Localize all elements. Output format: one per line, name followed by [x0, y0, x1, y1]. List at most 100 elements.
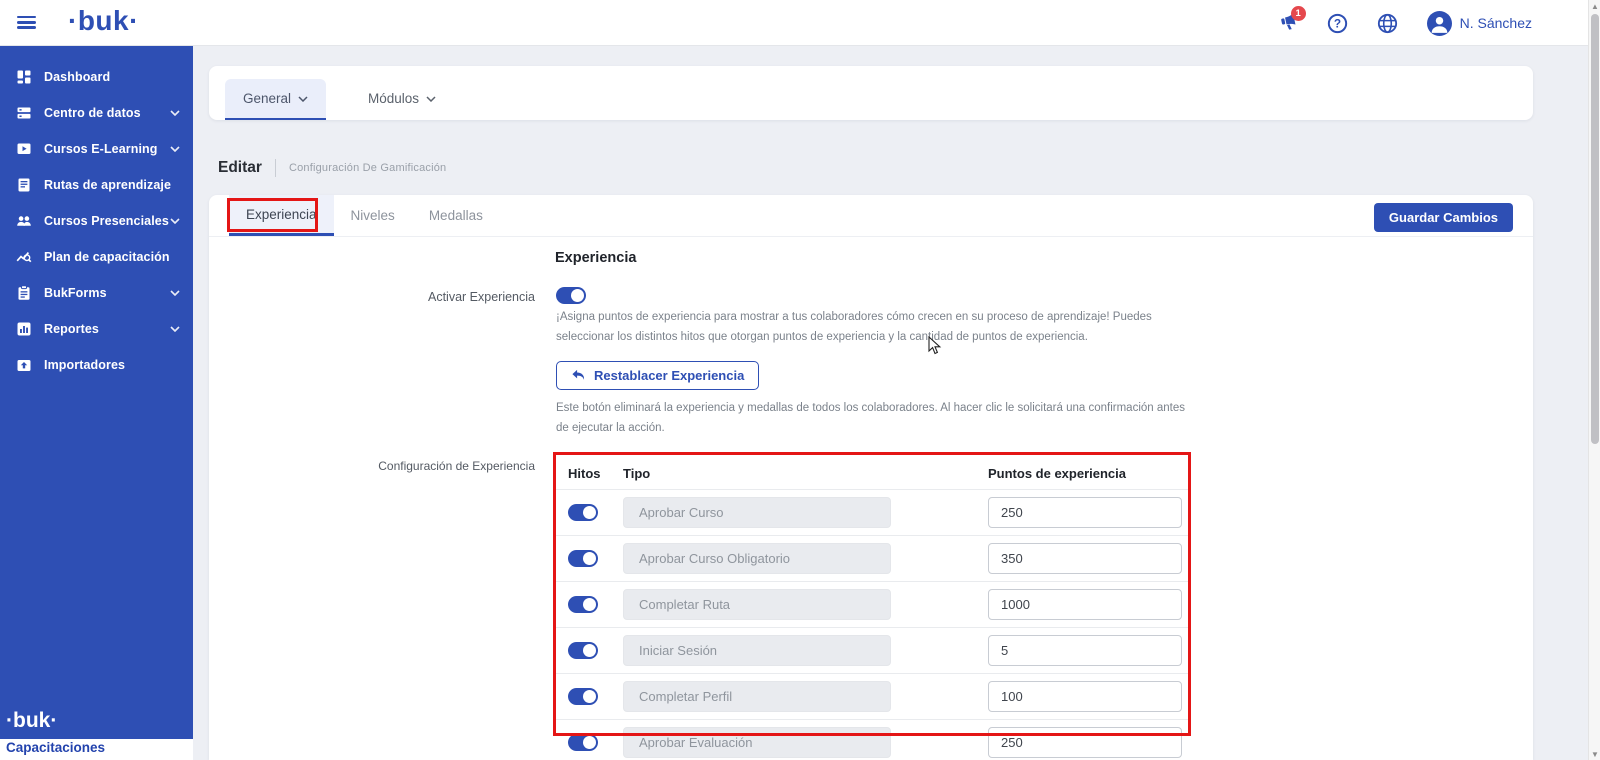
data-center-icon	[16, 105, 32, 121]
sidebar-item-centro-de-datos[interactable]: Centro de datos	[0, 95, 193, 131]
breadcrumb-divider	[275, 159, 276, 177]
tab-general-label: General	[243, 91, 291, 106]
avatar	[1427, 11, 1452, 36]
activate-experience-label: Activar Experiencia	[275, 290, 535, 304]
section-heading: Experiencia	[555, 250, 636, 266]
activate-experience-toggle[interactable]	[556, 287, 586, 304]
sidebar-item-cursos-elearning[interactable]: Cursos E-Learning	[0, 131, 193, 167]
sidebar-item-plan-capacitacion[interactable]: Plan de capacitación	[0, 239, 193, 275]
notifications-icon[interactable]: 1	[1277, 12, 1299, 34]
sidebar-item-bukforms[interactable]: BukForms	[0, 275, 193, 311]
puntos-input[interactable]	[988, 635, 1182, 666]
puntos-input[interactable]	[988, 727, 1182, 758]
hito-toggle[interactable]	[568, 734, 598, 751]
menu-icon[interactable]	[17, 16, 36, 29]
sidebar-item-label: Cursos Presenciales	[44, 214, 169, 228]
user-menu[interactable]: N. Sánchez	[1427, 11, 1532, 36]
reset-experience-button[interactable]: Restablacer Experiencia	[556, 361, 759, 390]
experience-table-header: Hitos Tipo Puntos de experiencia	[556, 457, 1190, 489]
sidebar-item-cursos-presenciales[interactable]: Cursos Presenciales	[0, 203, 193, 239]
sidebar-item-rutas-aprendizaje[interactable]: Rutas de aprendizaje	[0, 167, 193, 203]
table-row	[556, 535, 1190, 581]
table-row	[556, 627, 1190, 673]
hito-toggle[interactable]	[568, 688, 598, 705]
tab-experiencia[interactable]: Experiencia	[229, 195, 334, 236]
sidebar-item-label: Cursos E-Learning	[44, 142, 158, 156]
chevron-down-icon	[170, 218, 180, 224]
elearning-icon	[16, 141, 32, 157]
hito-toggle[interactable]	[568, 596, 598, 613]
notification-badge: 1	[1291, 6, 1306, 21]
sidebar-item-label: Rutas de aprendizaje	[44, 178, 171, 192]
importers-icon	[16, 357, 32, 373]
reset-note: Este botón eliminará la experiencia y me…	[556, 398, 1188, 438]
chevron-down-icon	[298, 96, 308, 102]
people-icon	[16, 213, 32, 229]
sidebar: Dashboard Centro de datos Cursos E-Learn…	[0, 46, 193, 739]
puntos-input[interactable]	[988, 543, 1182, 574]
sidebar-item-importadores[interactable]: Importadores	[0, 347, 193, 383]
sidebar-item-label: BukForms	[44, 286, 107, 300]
sidebar-item-reportes[interactable]: Reportes	[0, 311, 193, 347]
tab-modulos[interactable]: Módulos	[350, 79, 454, 120]
scrollbar-thumb[interactable]	[1591, 14, 1599, 444]
buk-logo: ·buk·	[68, 5, 139, 37]
forms-icon	[16, 285, 32, 301]
vertical-scrollbar: ▲ ▼	[1588, 0, 1600, 760]
table-row	[556, 673, 1190, 719]
config-experience-label: Configuración de Experiencia	[275, 459, 535, 473]
sidebar-footer-caption: Capacitaciones	[6, 740, 105, 755]
help-icon[interactable]: ?	[1327, 12, 1349, 34]
page-tabs: Experiencia Niveles Medallas Guardar Cam…	[209, 195, 1533, 237]
sidebar-footer-logo: ·buk·	[6, 709, 57, 733]
table-row	[556, 581, 1190, 627]
training-plan-icon	[16, 249, 32, 265]
svg-text:?: ?	[1334, 16, 1341, 30]
chevron-down-icon	[170, 326, 180, 332]
tab-modulos-label: Módulos	[368, 91, 419, 106]
col-header-tipo: Tipo	[623, 466, 988, 481]
hito-toggle[interactable]	[568, 504, 598, 521]
sidebar-item-label: Plan de capacitación	[44, 250, 170, 264]
top-navbar: ·buk· 1 ?	[0, 0, 1600, 46]
sidebar-item-label: Importadores	[44, 358, 125, 372]
page-title: Editar	[218, 159, 262, 177]
scrollbar-up-arrow[interactable]: ▲	[1589, 0, 1600, 12]
undo-icon	[571, 368, 586, 383]
chevron-down-icon	[170, 146, 180, 152]
puntos-input[interactable]	[988, 589, 1182, 620]
sidebar-item-dashboard[interactable]: Dashboard	[0, 59, 193, 95]
sidebar-item-label: Reportes	[44, 322, 99, 336]
app-window: ·buk· 1 ?	[0, 0, 1600, 760]
chevron-down-icon	[426, 96, 436, 102]
scrollbar-down-arrow[interactable]: ▼	[1589, 748, 1600, 760]
learning-path-icon	[16, 177, 32, 193]
breadcrumb: Editar Configuración De Gamificación	[218, 157, 446, 179]
sidebar-item-label: Centro de datos	[44, 106, 141, 120]
breadcrumb-section: Configuración De Gamificación	[289, 162, 446, 174]
table-row	[556, 489, 1190, 535]
user-name: N. Sánchez	[1460, 15, 1532, 31]
tab-general[interactable]: General	[225, 79, 326, 120]
tipo-input	[623, 497, 891, 528]
experience-description: ¡Asigna puntos de experiencia para mostr…	[556, 307, 1198, 347]
tab-niveles[interactable]: Niveles	[334, 195, 412, 236]
tipo-input	[623, 589, 891, 620]
puntos-input[interactable]	[988, 681, 1182, 712]
navbar-right-cluster: 1 ?	[1277, 0, 1532, 46]
gamification-card: Experiencia Niveles Medallas Guardar Cam…	[209, 195, 1533, 760]
language-globe-icon[interactable]	[1377, 12, 1399, 34]
hito-toggle[interactable]	[568, 642, 598, 659]
puntos-input[interactable]	[988, 497, 1182, 528]
tipo-input	[623, 635, 891, 666]
tipo-input	[623, 727, 891, 758]
tab-medallas[interactable]: Medallas	[412, 195, 500, 236]
save-changes-button[interactable]: Guardar Cambios	[1374, 203, 1513, 232]
hito-toggle[interactable]	[568, 550, 598, 567]
dashboard-icon	[16, 69, 32, 85]
tipo-input	[623, 681, 891, 712]
reset-experience-label: Restablacer Experiencia	[594, 368, 744, 383]
reports-icon	[16, 321, 32, 337]
table-row	[556, 719, 1190, 760]
tab-niveles-label: Niveles	[351, 208, 395, 223]
